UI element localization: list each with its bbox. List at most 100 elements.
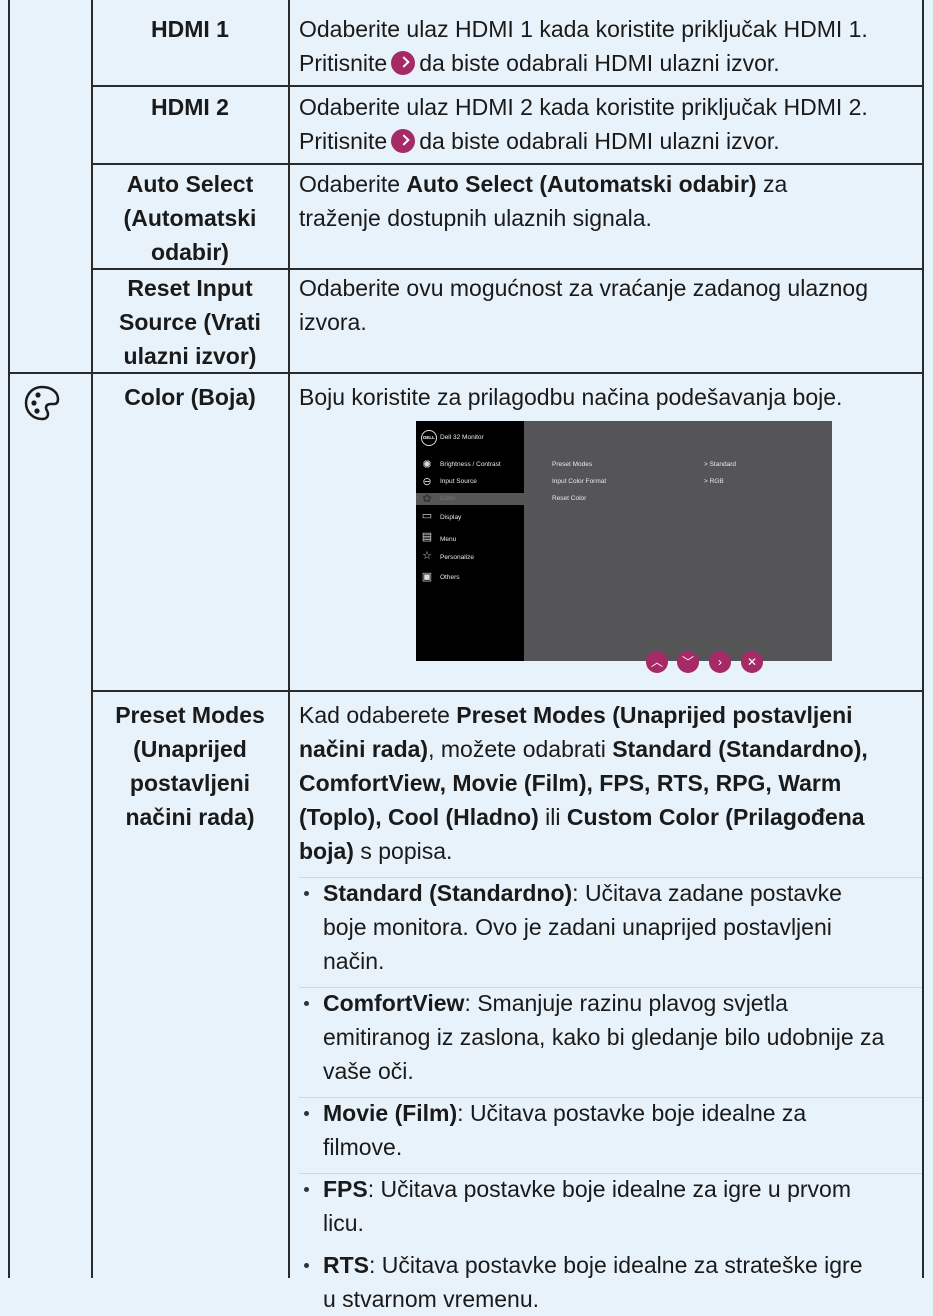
- desc-line: izvora.: [299, 309, 367, 335]
- desc-text: : Učitava postavke boje idealne za igre …: [367, 1176, 851, 1202]
- row-divider: [91, 163, 923, 165]
- name-line: postavljeni: [129, 770, 251, 796]
- desc-line: licu.: [323, 1210, 364, 1236]
- desc-line: boja) s popisa.: [299, 834, 919, 868]
- osd-item-value: > RGB: [704, 478, 724, 485]
- osd-item-label: Input Color Format: [552, 478, 607, 485]
- setting-name-auto-select: Auto Select (Automatski odabir): [94, 167, 286, 269]
- osd-menu-item: Display: [440, 514, 462, 521]
- list-item: RTS: Učitava postavke boje idealne za st…: [299, 1248, 919, 1316]
- desc-line: ComfortView, Movie (Film), FPS, RTS, RPG…: [299, 766, 919, 800]
- desc-text: Odaberite: [299, 171, 401, 197]
- osd-menu-item: Color: [440, 495, 456, 502]
- mode-name: ComfortView, Movie (Film), FPS, RTS, RPG…: [299, 770, 842, 796]
- desc-line: boje monitora. Ovo je zadani unaprijed p…: [323, 914, 832, 940]
- mode-name: načini rada): [299, 736, 429, 762]
- desc-line: filmove.: [323, 1134, 403, 1160]
- desc-text: Kad odaberete: [299, 702, 450, 728]
- desc-line: Movie (Film): Učitava postavke boje idea…: [323, 1096, 919, 1130]
- desc-line: Pritisnite da biste odabrali HDMI ulazni …: [299, 46, 919, 80]
- desc-text: ili: [545, 804, 561, 830]
- palette-icon: ✿: [422, 493, 432, 505]
- desc-line: u stvarnom vremenu.: [323, 1286, 540, 1312]
- table-border-col2: [288, 0, 290, 1278]
- list-item: FPS: Učitava postavke boje idealne za ig…: [299, 1172, 919, 1240]
- osd-menu-item: Menu: [440, 536, 457, 543]
- name-line: Preset Modes: [115, 702, 265, 728]
- list-item: ComfortView: Smanjuje razinu plavog svje…: [299, 986, 919, 1088]
- desc-line: RTS: Učitava postavke boje idealne za st…: [323, 1248, 919, 1282]
- table-border-col1: [91, 0, 93, 1278]
- mode-name: Standard (Standardno),: [612, 736, 868, 762]
- desc-line: ComfortView: Smanjuje razinu plavog svje…: [323, 986, 919, 1020]
- mode-name: Custom Color (Prilagođena: [566, 804, 865, 830]
- mode-name: FPS: [323, 1176, 368, 1202]
- setting-name-hdmi1: HDMI 1: [151, 16, 229, 42]
- setting-name-preset-modes: Preset Modes (Unaprijed postavljeni nači…: [94, 698, 286, 834]
- desc-line: traženje dostupnih ulaznih signala.: [299, 205, 652, 231]
- osd-item-value: > Standard: [704, 461, 736, 468]
- dell-logo-icon: DELL: [421, 430, 437, 446]
- list-item: Standard (Standardno): Učitava zadane po…: [299, 876, 919, 978]
- desc-line: Pritisnite da biste odabrali HDMI ulazni …: [299, 124, 919, 158]
- mode-name: Standard (Standardno): [323, 880, 573, 906]
- table-border-right: [922, 0, 924, 1278]
- name-line: načini rada): [125, 804, 255, 830]
- setting-desc-color: Boju koristite za prilagodbu načina pode…: [299, 384, 843, 410]
- osd-item-label: Reset Color: [552, 495, 587, 502]
- desc-line: (Toplo), Cool (Hladno) ili Custom Color …: [299, 800, 919, 834]
- name-line: Auto Select: [126, 171, 254, 197]
- desc-line: emitiranog iz zaslona, kako bi gledanje …: [323, 1024, 885, 1050]
- setting-desc-hdmi2: Odaberite ulaz HDMI 2 kada koristite pri…: [299, 90, 919, 158]
- display-icon: ▭: [421, 510, 433, 522]
- mode-name: (Toplo), Cool (Hladno): [299, 804, 539, 830]
- setting-name-reset-input: Reset Input Source (Vrati ulazni izvor): [94, 271, 286, 373]
- name-line: ulazni izvor): [123, 343, 257, 369]
- item-divider: [299, 987, 922, 988]
- up-button-icon: ︿: [646, 651, 668, 673]
- mode-name: ComfortView: [323, 990, 465, 1016]
- setting-desc-reset-input: Odaberite ovu mogućnost za vraćanje zada…: [299, 271, 919, 339]
- name-line: (Unaprijed: [133, 736, 247, 762]
- mode-name: boja): [299, 838, 354, 864]
- name-line: (Automatski: [123, 205, 257, 231]
- desc-line: vaše oči.: [323, 1058, 414, 1084]
- brightness-icon: ✺: [422, 459, 432, 471]
- desc-line: FPS: Učitava postavke boje idealne za ig…: [323, 1172, 919, 1206]
- others-icon: ▣: [421, 571, 433, 583]
- desc-text: s popisa.: [360, 838, 453, 864]
- desc-line: Odaberite ulaz HDMI 1 kada koristite pri…: [299, 16, 868, 42]
- mode-name: Movie (Film): [323, 1100, 458, 1126]
- item-divider: [299, 1173, 922, 1174]
- setting-desc-hdmi1: Odaberite ulaz HDMI 1 kada koristite pri…: [299, 12, 919, 80]
- desc-bold: Auto Select (Automatski odabir): [406, 171, 757, 197]
- osd-title: Dell 32 Monitor: [440, 434, 484, 441]
- desc-text: : Učitava zadane postavke: [572, 880, 842, 906]
- close-button-icon: ✕: [741, 651, 763, 673]
- desc-line: Odaberite ovu mogućnost za vraćanje zada…: [299, 275, 868, 301]
- name-line: odabir): [151, 239, 229, 265]
- palette-icon: [24, 385, 60, 421]
- item-divider: [299, 1097, 922, 1098]
- osd-menu-item: Personalize: [440, 554, 474, 561]
- row-divider: [91, 85, 923, 87]
- mode-name: RTS: [323, 1252, 369, 1278]
- desc-text: da biste odabrali HDMI ulazni izvor.: [419, 128, 780, 154]
- down-button-icon: ﹀: [677, 651, 699, 673]
- name-line: Source (Vrati: [119, 309, 261, 335]
- setting-desc-preset-modes: Kad odaberete Preset Modes (Unaprijed po…: [299, 698, 919, 1316]
- osd-menu-item: Others: [440, 574, 460, 581]
- mode-name: Preset Modes (Unaprijed postavljeni: [456, 702, 853, 728]
- desc-line: način.: [323, 948, 385, 974]
- setting-desc-auto-select: Odaberite Auto Select (Automatski odabir…: [299, 167, 919, 235]
- desc-text: : Smanjuje razinu plavog svjetla: [464, 990, 788, 1016]
- menu-icon: ▤: [421, 531, 433, 543]
- desc-line: Standard (Standardno): Učitava zadane po…: [323, 876, 919, 910]
- osd-item-label: Preset Modes: [552, 461, 593, 468]
- desc-text: Pritisnite: [299, 128, 388, 154]
- setting-name-hdmi2: HDMI 2: [151, 94, 229, 120]
- row-divider: [91, 690, 923, 692]
- right-button-icon: [391, 129, 416, 153]
- desc-text: : Učitava postavke boje idealne za: [457, 1100, 807, 1126]
- input-source-icon: ⊖: [422, 476, 432, 488]
